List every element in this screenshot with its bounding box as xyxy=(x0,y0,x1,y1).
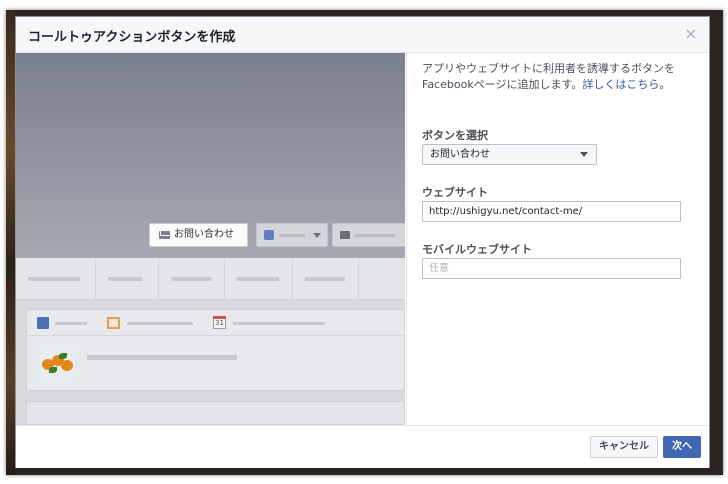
preview-post-area xyxy=(26,401,405,425)
preview-cta-button: お問い合わせ xyxy=(149,223,248,247)
preview-composer: 31 xyxy=(26,309,405,391)
learn-more-link[interactable]: 詳しくはこちら xyxy=(582,78,659,91)
preview-nav-bar xyxy=(16,258,405,300)
placeholder-bar xyxy=(279,234,305,237)
next-button[interactable]: 次へ xyxy=(663,436,701,458)
chat-icon xyxy=(340,231,350,239)
cta-form: アプリやウェブサイトに利用者を誘導するボタンをFacebookページに追加します… xyxy=(406,53,709,425)
background-edge xyxy=(6,10,15,475)
mail-icon xyxy=(159,231,170,239)
avatar xyxy=(39,345,75,381)
thumbs-up-icon xyxy=(264,230,274,240)
button-type-value: お問い合わせ xyxy=(430,149,490,160)
nav-segment xyxy=(293,258,359,300)
preview-cta-label: お問い合わせ xyxy=(174,229,234,240)
mobile-website-input[interactable] xyxy=(422,258,681,279)
website-input[interactable] xyxy=(422,201,681,222)
page-preview: お問い合わせ 31 xyxy=(16,53,405,425)
button-type-select[interactable]: お問い合わせ xyxy=(422,144,597,165)
nav-segment xyxy=(96,258,159,300)
preview-message-button xyxy=(332,223,405,247)
preview-like-button xyxy=(256,223,328,247)
photo-icon xyxy=(107,317,120,329)
description-end: 。 xyxy=(659,78,671,91)
cancel-button[interactable]: キャンセル xyxy=(590,436,658,458)
chevron-down-icon xyxy=(313,233,321,238)
dialog-footer: キャンセル 次へ xyxy=(16,425,709,468)
website-label: ウェブサイト xyxy=(422,186,488,199)
nav-segment xyxy=(16,258,96,300)
button-select-label: ボタンを選択 xyxy=(422,129,488,142)
form-description: アプリやウェブサイトに利用者を誘導するボタンをFacebookページに追加します… xyxy=(422,61,702,93)
calendar-icon: 31 xyxy=(213,316,226,329)
placeholder-bar xyxy=(355,234,395,237)
dialog-header: コールトゥアクションボタンを作成 × xyxy=(16,17,709,53)
nav-segment xyxy=(159,258,225,300)
nav-segment xyxy=(225,258,293,300)
composer-toolbar: 31 xyxy=(27,310,404,336)
cta-dialog: コールトゥアクションボタンを作成 × お問い合わせ 31 アプリやウェブサイトに… xyxy=(15,16,710,468)
close-icon[interactable]: × xyxy=(683,25,699,43)
placeholder-bar xyxy=(87,355,237,360)
dialog-title: コールトゥアクションボタンを作成 xyxy=(28,30,236,45)
pencil-icon xyxy=(37,317,49,329)
chevron-down-icon xyxy=(580,152,588,157)
mobile-website-label: モバイルウェブサイト xyxy=(422,243,532,256)
